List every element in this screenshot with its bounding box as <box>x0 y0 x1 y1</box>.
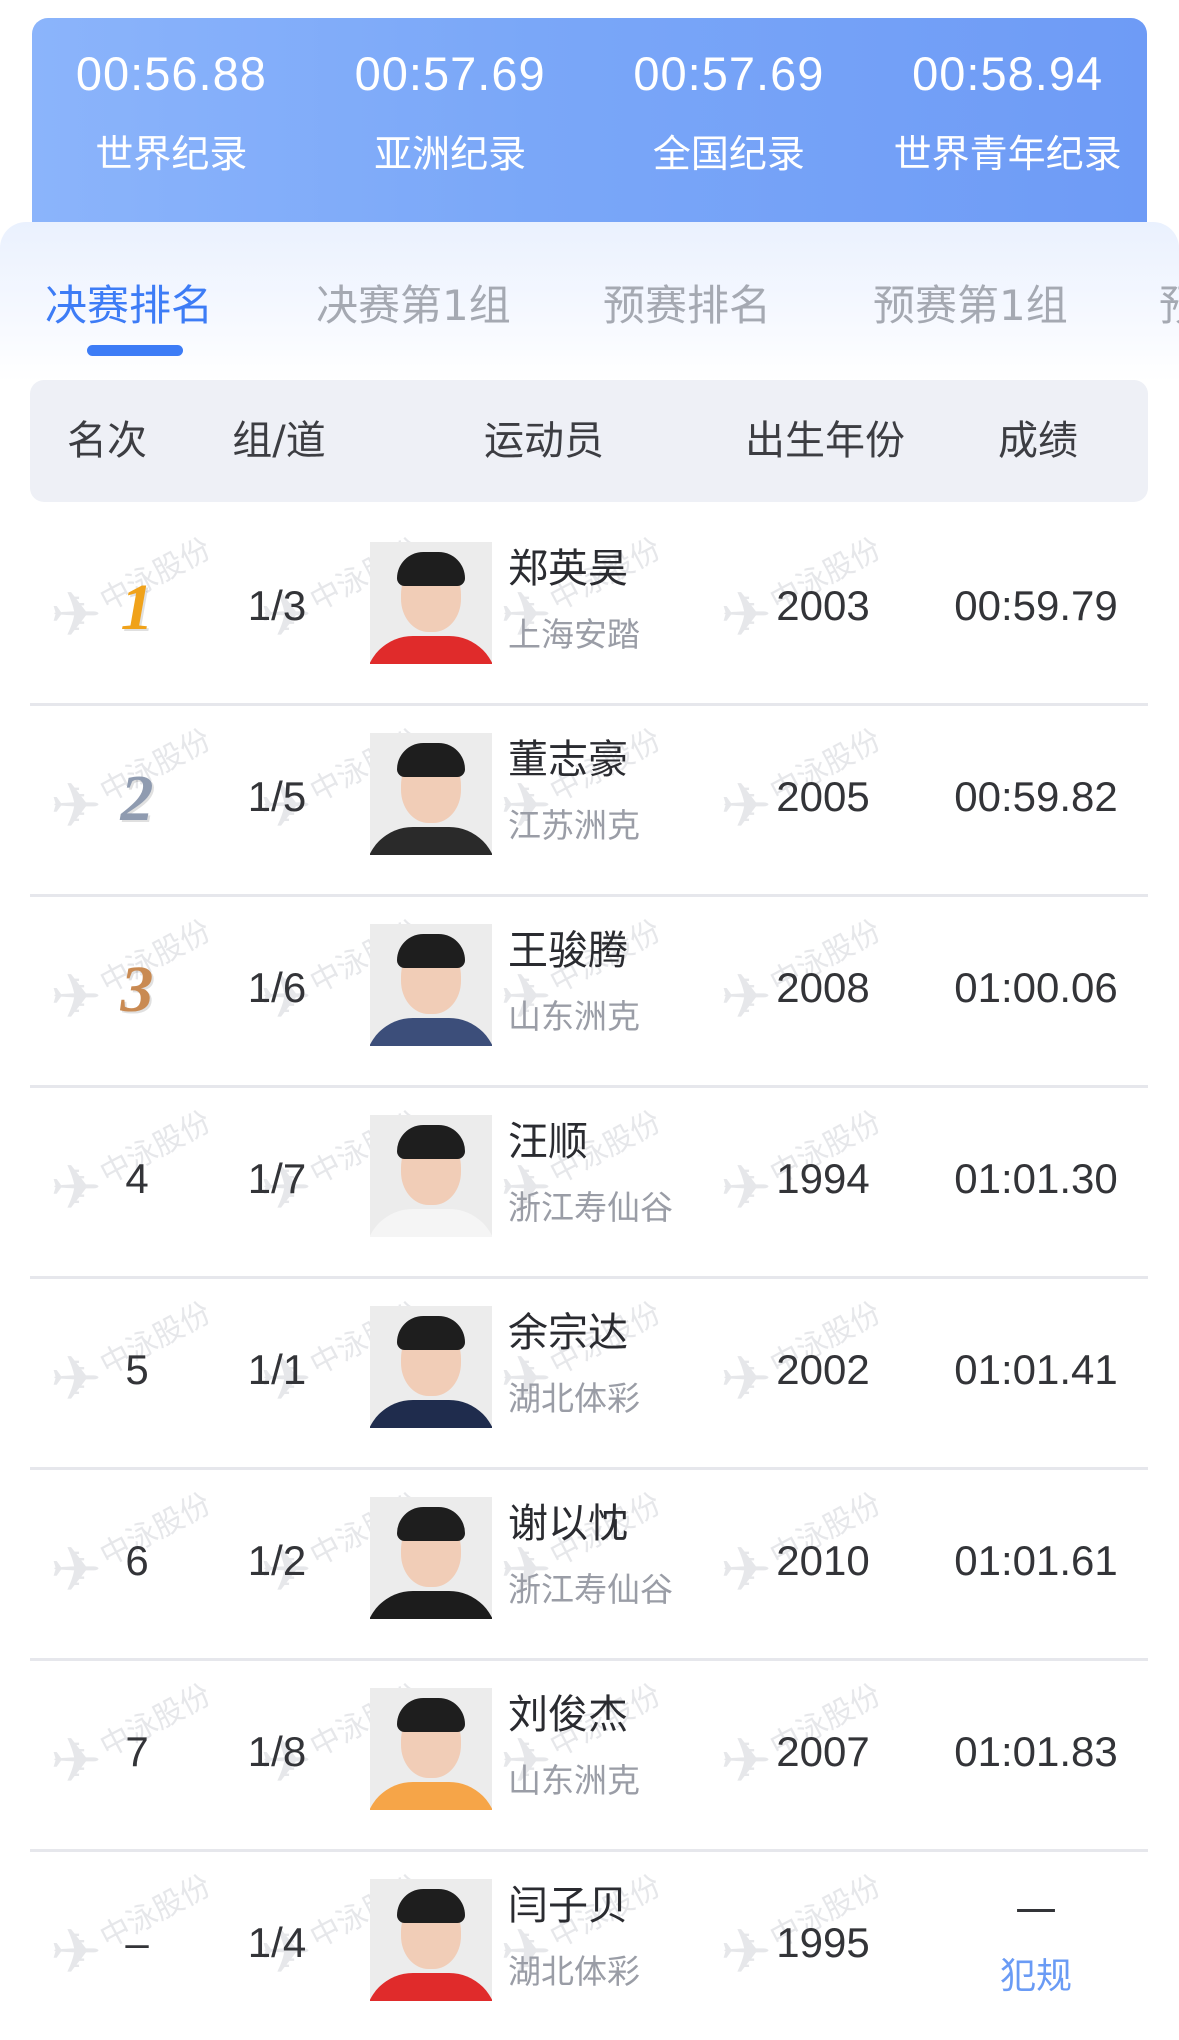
lane: 1/2 <box>247 1537 307 1584</box>
rank-medal: 3 <box>120 953 154 1026</box>
athlete-name[interactable]: 刘俊杰 <box>508 1682 628 1740</box>
birth-year: 2002 <box>776 1346 870 1393</box>
athlete-photo <box>370 924 492 1046</box>
lane: 1/4 <box>247 1919 307 1966</box>
record-label: 全国纪录 <box>652 132 805 176</box>
birth-year: 1994 <box>776 1155 870 1202</box>
watermark-text: 中泳股份 <box>94 531 217 619</box>
athlete-photo <box>370 733 492 855</box>
active-tab-indicator <box>87 345 183 356</box>
table-row[interactable]: ✈ 中泳股份 ✈ 中泳股份 ✈ 中泳股份 ✈ 中泳股份 2 1/5 董志豪 江苏洲克 2005 00:59… <box>30 703 1148 897</box>
rank-number: 4 <box>125 1155 149 1202</box>
athlete-name[interactable]: 王骏腾 <box>508 918 628 976</box>
results-panel: 决赛排名 决赛第1组 预赛排名 预赛第1组 预 名次 组/道 运动员 出生年份 … <box>0 222 1179 2032</box>
lane: 1/6 <box>247 964 307 1011</box>
rank-number: 7 <box>125 1728 149 1775</box>
header-rank: 名次 <box>67 418 147 464</box>
athlete-photo <box>370 1115 492 1237</box>
athlete-team: 浙江寿仙谷 <box>508 1570 673 1609</box>
header-lane: 组/道 <box>232 418 326 464</box>
header-birth-year: 出生年份 <box>745 418 905 464</box>
record-national: 00:57.69 全国纪录 <box>590 18 869 248</box>
rank-number: 6 <box>125 1537 149 1584</box>
rank-medal: 1 <box>120 571 154 644</box>
tab-final-group-1[interactable]: 决赛第1组 <box>316 272 511 333</box>
athlete-photo <box>370 1497 492 1619</box>
lane: 1/1 <box>247 1346 307 1393</box>
record-label: 世界青年纪录 <box>893 132 1122 176</box>
tab-heats-group-1[interactable]: 预赛第1组 <box>873 272 1068 333</box>
record-time: 00:56.88 <box>75 47 267 100</box>
result-value: 01:01.30 <box>954 1155 1118 1202</box>
watermark-text: 中泳股份 <box>94 1677 217 1765</box>
result-value: 00:59.79 <box>954 582 1118 629</box>
tab-heats-ranking[interactable]: 预赛排名 <box>603 272 771 333</box>
athlete-name[interactable]: 余宗达 <box>508 1300 628 1358</box>
watermark-text: 中泳股份 <box>94 722 217 810</box>
lane: 1/5 <box>247 773 307 820</box>
athlete-photo <box>370 542 492 664</box>
athlete-team: 山东洲克 <box>508 997 640 1036</box>
result-value: 01:01.41 <box>954 1346 1118 1393</box>
athlete-photo <box>370 1879 492 2001</box>
table-row[interactable]: ✈ 中泳股份 ✈ 中泳股份 ✈ 中泳股份 ✈ 中泳股份 5 1/1 余宗达 湖北体彩 2002 01:01… <box>30 1276 1148 1470</box>
athlete-team: 上海安踏 <box>508 615 640 654</box>
birth-year: 1995 <box>776 1919 870 1966</box>
result-value: 01:01.83 <box>954 1728 1118 1775</box>
athlete-name[interactable]: 郑英昊 <box>508 536 628 594</box>
birth-year: 2005 <box>776 773 870 820</box>
table-row[interactable]: ✈ 中泳股份 ✈ 中泳股份 ✈ 中泳股份 ✈ 中泳股份 6 1/2 谢以忱 浙江寿仙谷 2010 01:0… <box>30 1467 1148 1661</box>
record-world: 00:56.88 世界纪录 <box>32 18 311 248</box>
header-result: 成绩 <box>998 418 1078 464</box>
watermark-text: 中泳股份 <box>94 1486 217 1574</box>
birth-year: 2008 <box>776 964 870 1011</box>
lane: 1/3 <box>247 582 307 629</box>
lane: 1/8 <box>247 1728 307 1775</box>
birth-year: 2003 <box>776 582 870 629</box>
birth-year: 2010 <box>776 1537 870 1584</box>
result-note: 犯规 <box>999 1956 1073 1997</box>
table-row[interactable]: ✈ 中泳股份 ✈ 中泳股份 ✈ 中泳股份 ✈ 中泳股份 3 1/6 王骏腾 山东洲克 2008 01:00… <box>30 894 1148 1088</box>
header-athlete: 运动员 <box>484 418 604 464</box>
rank-medal: 2 <box>120 762 154 835</box>
record-label: 亚洲纪录 <box>374 132 527 176</box>
table-row[interactable]: ✈ 中泳股份 ✈ 中泳股份 ✈ 中泳股份 ✈ 中泳股份 –1/4 闫子贝 湖北体彩 1995— 犯规 <box>30 1849 1148 2040</box>
record-time: 00:57.69 <box>633 47 825 100</box>
athlete-name[interactable]: 谢以忱 <box>508 1491 628 1549</box>
tab-heats-overflow[interactable]: 预 <box>1159 272 1179 333</box>
table-row[interactable]: ✈ 中泳股份 ✈ 中泳股份 ✈ 中泳股份 ✈ 中泳股份 1 1/3 郑英昊 上海安踏 2003 00:59… <box>30 512 1148 706</box>
athlete-name[interactable]: 汪顺 <box>508 1109 588 1167</box>
record-label: 世界纪录 <box>95 132 248 176</box>
table-header: 名次 组/道 运动员 出生年份 成绩 <box>30 380 1148 502</box>
watermark-text: 中泳股份 <box>94 1295 217 1383</box>
athlete-photo <box>370 1688 492 1810</box>
birth-year: 2007 <box>776 1728 870 1775</box>
records-banner: 00:56.88 世界纪录 00:57.69 亚洲纪录 00:57.69 全国纪… <box>32 18 1147 248</box>
result-value: 01:01.61 <box>954 1537 1118 1584</box>
result-value: 01:00.06 <box>954 964 1118 1011</box>
athlete-team: 山东洲克 <box>508 1761 640 1800</box>
result-value: 00:59.82 <box>954 773 1118 820</box>
result-value: — <box>1015 1883 1057 1932</box>
watermark-text: 中泳股份 <box>94 1868 217 1956</box>
table-row[interactable]: ✈ 中泳股份 ✈ 中泳股份 ✈ 中泳股份 ✈ 中泳股份 7 1/8 刘俊杰 山东洲克 2007 01:01… <box>30 1658 1148 1852</box>
rank-number: – <box>125 1919 149 1966</box>
athlete-name[interactable]: 董志豪 <box>508 727 628 785</box>
tab-final-ranking[interactable]: 决赛排名 <box>45 272 213 333</box>
watermark-text: 中泳股份 <box>94 1104 217 1192</box>
athlete-team: 浙江寿仙谷 <box>508 1188 673 1227</box>
rank-number: 5 <box>125 1346 149 1393</box>
athlete-team: 湖北体彩 <box>508 1952 640 1991</box>
athlete-team: 湖北体彩 <box>508 1379 640 1418</box>
record-time: 00:57.69 <box>354 47 546 100</box>
athlete-name[interactable]: 闫子贝 <box>508 1873 628 1931</box>
lane: 1/7 <box>247 1155 307 1202</box>
watermark-text: 中泳股份 <box>94 913 217 1001</box>
athlete-photo <box>370 1306 492 1428</box>
record-time: 00:58.94 <box>912 47 1104 100</box>
record-asia: 00:57.69 亚洲纪录 <box>311 18 590 248</box>
record-world-junior: 00:58.94 世界青年纪录 <box>868 18 1147 248</box>
athlete-team: 江苏洲克 <box>508 806 640 845</box>
table-row[interactable]: ✈ 中泳股份 ✈ 中泳股份 ✈ 中泳股份 ✈ 中泳股份 4 1/7 汪顺 浙江寿仙谷 1994 01:01… <box>30 1085 1148 1279</box>
